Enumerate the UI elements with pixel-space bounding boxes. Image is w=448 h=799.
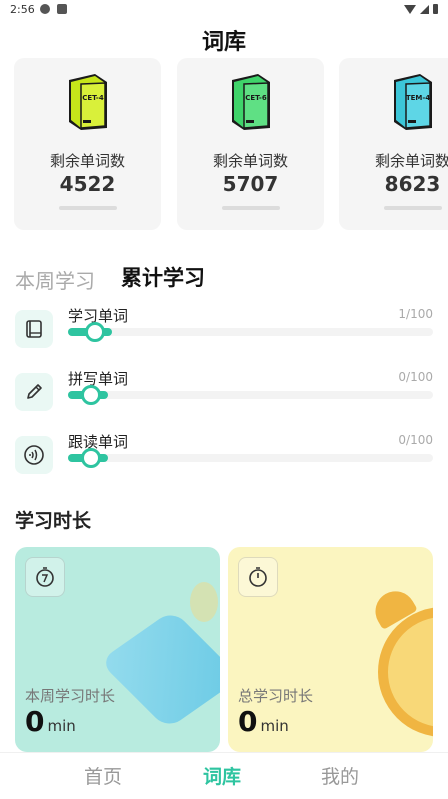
book-icon xyxy=(15,310,53,348)
plant-decoration xyxy=(190,582,218,622)
audio-wave-icon xyxy=(15,436,53,474)
wordbook-card-cet4[interactable]: CET-4 剩余单词数 4522 xyxy=(14,58,161,230)
cet4-tag: CET-4 xyxy=(82,94,104,102)
progress-label: 拼写单词 xyxy=(68,370,129,388)
card-indicator xyxy=(221,206,280,210)
cet6-book-icon: CET-6 xyxy=(231,74,270,130)
progress-knob[interactable] xyxy=(84,322,105,342)
wordbook-card-cet6[interactable]: CET-6 剩余单词数 5707 xyxy=(177,58,324,230)
progress-knob[interactable] xyxy=(81,448,101,468)
tem4-tag: TEM-4 xyxy=(405,94,429,102)
pencil-icon xyxy=(15,373,53,411)
status-bar: 2:56 xyxy=(0,0,448,20)
nav-mine[interactable]: 我的 xyxy=(321,762,359,789)
progress-label: 跟读单词 xyxy=(68,433,129,451)
wordbook-card-tem4[interactable]: TEM-4 剩余单词数 8623 xyxy=(339,58,448,230)
book-decoration xyxy=(99,609,220,730)
progress-track xyxy=(68,322,433,342)
nav-home[interactable]: 首页 xyxy=(84,762,122,789)
total-study-time-card[interactable]: 总学习时长 0 min xyxy=(228,547,433,752)
progress-spell-words[interactable]: 拼写单词 0/100 xyxy=(15,370,433,417)
study-time-title: 学习时长 xyxy=(15,510,92,532)
battery-icon xyxy=(433,4,438,14)
progress-count: 1/100 xyxy=(398,307,433,321)
progress-count: 0/100 xyxy=(398,433,433,447)
app-notification-icon xyxy=(57,4,67,14)
progress-count: 0/100 xyxy=(398,370,433,384)
weekly-study-time-label: 本周学习时长 xyxy=(25,687,116,705)
progress-follow-read-words[interactable]: 跟读单词 0/100 xyxy=(15,433,433,480)
remaining-words-label: 剩余单词数 xyxy=(49,152,125,170)
tem4-book-icon: TEM-4 xyxy=(393,74,432,130)
cet6-tag: CET-6 xyxy=(245,94,267,102)
remaining-words-label: 剩余单词数 xyxy=(212,152,288,170)
wordbook-carousel[interactable]: CET-4 剩余单词数 4522 CET-6 剩余单词数 5707 TEM-4 … xyxy=(14,58,448,230)
stopwatch-icon xyxy=(238,557,278,597)
tab-total-study[interactable]: 累计学习 xyxy=(121,262,205,292)
weekly-study-time-card[interactable]: 本周学习时长 0 min xyxy=(15,547,220,752)
remaining-words-count: 4522 xyxy=(59,172,116,196)
cet4-book-icon: CET-4 xyxy=(68,74,107,130)
signal-icon xyxy=(420,4,429,14)
page-title: 词库 xyxy=(201,30,246,55)
remaining-words-label: 剩余单词数 xyxy=(374,152,448,170)
remaining-words-count: 8623 xyxy=(384,172,441,196)
card-indicator xyxy=(383,206,442,210)
total-study-time-unit: min xyxy=(260,717,289,735)
remaining-words-count: 5707 xyxy=(222,172,279,196)
nav-library[interactable]: 词库 xyxy=(203,762,241,789)
weekly-study-time-unit: min xyxy=(47,717,76,735)
notification-icon xyxy=(40,4,50,14)
wifi-icon xyxy=(404,4,416,14)
weekly-study-time-value: 0 xyxy=(25,705,45,738)
progress-knob[interactable] xyxy=(81,385,101,405)
timer-7-icon xyxy=(25,557,65,597)
tab-week-study[interactable]: 本周学习 xyxy=(15,265,95,294)
status-time: 2:56 xyxy=(10,3,35,16)
card-indicator xyxy=(58,206,117,210)
bottom-nav: 首页 词库 我的 xyxy=(0,752,448,799)
total-study-time-value: 0 xyxy=(238,705,258,738)
total-study-time-label: 总学习时长 xyxy=(238,687,314,705)
progress-learn-words[interactable]: 学习单词 1/100 xyxy=(15,307,433,354)
progress-track xyxy=(68,448,433,468)
progress-track xyxy=(68,385,433,405)
